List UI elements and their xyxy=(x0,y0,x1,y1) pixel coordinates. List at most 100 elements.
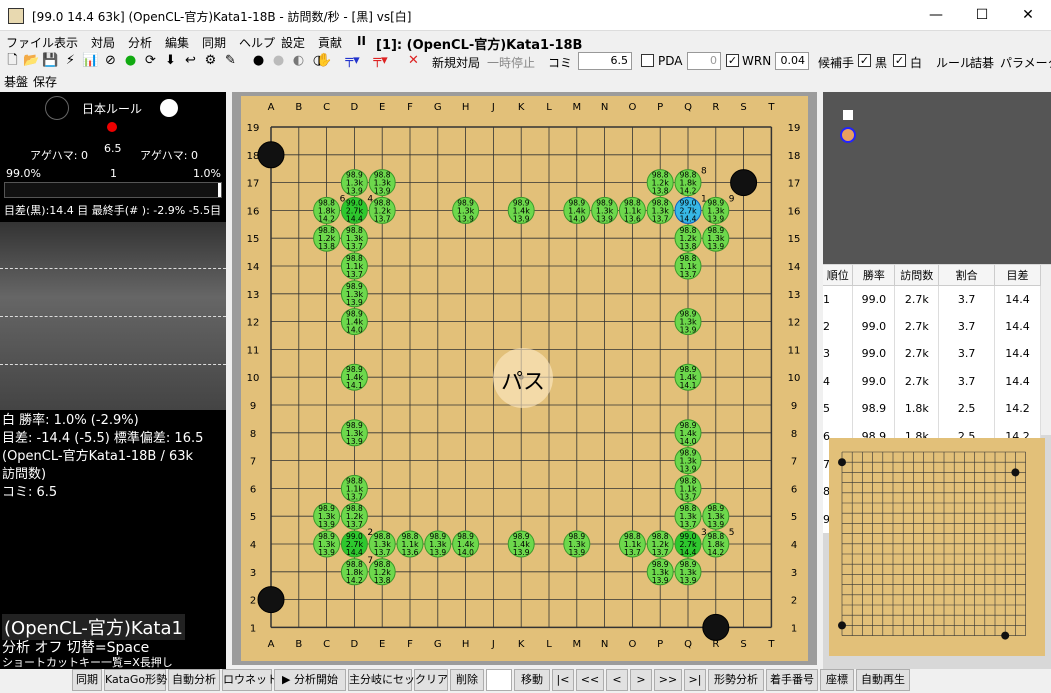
pencil-icon[interactable]: ✎ xyxy=(222,52,239,69)
tree-root-node[interactable] xyxy=(843,110,853,120)
toolbar-button-10[interactable]: |< xyxy=(552,669,574,691)
table-row[interactable]: 1 99.0 2.7k 3.7 14.4 xyxy=(823,285,1041,313)
candidate-move[interactable]: 98.81.1k13.7 xyxy=(674,474,702,502)
candidate-move[interactable]: 98.81.2k13.7 xyxy=(646,530,674,558)
menu-analysis[interactable]: 分析 xyxy=(128,34,152,51)
black-checkbox[interactable]: ✓ xyxy=(858,54,871,67)
ban-icon[interactable]: ⊘ xyxy=(102,52,119,69)
column-header[interactable]: 順位 xyxy=(823,265,854,286)
toolbar-button-18[interactable]: 座標 xyxy=(820,669,854,691)
candidate-move[interactable]: 98.91.4k14.1 xyxy=(674,363,702,391)
candidate-move[interactable]: 98.91.3k13.9 xyxy=(313,502,341,530)
komi-input[interactable]: 6.5 xyxy=(578,52,632,70)
candidate-move[interactable]: 98.91.3k13.9 xyxy=(340,419,368,447)
candidate-move[interactable]: 98.81.8k14.2 xyxy=(674,169,702,197)
new-game-button[interactable]: 新規対局 xyxy=(432,54,480,71)
down-arrow-icon[interactable]: ⬇ xyxy=(162,52,179,69)
delete-icon[interactable]: ✕ xyxy=(405,52,422,69)
toolbar-button-4[interactable]: ▶ 分析開始 xyxy=(274,669,346,691)
back-arrow-icon[interactable]: ↩ xyxy=(182,52,199,69)
pass-label[interactable]: パス xyxy=(493,364,553,396)
candidate-move[interactable]: 98.91.3k13.9 xyxy=(591,196,619,224)
pause-indicator[interactable]: II xyxy=(357,34,366,48)
green-dot-icon[interactable]: ● xyxy=(122,52,139,69)
candidate-move[interactable]: 98.81.1k13.7 xyxy=(618,530,646,558)
candidate-move[interactable]: 98.81.1k13.7 xyxy=(340,474,368,502)
table-row[interactable]: 2 99.0 2.7k 3.7 14.4 xyxy=(823,312,1041,341)
toolbar-button-14[interactable]: >> xyxy=(654,669,682,691)
new-file-icon[interactable]: 🗋 xyxy=(4,52,21,69)
candidate-move[interactable]: 98.81.2k13.8 xyxy=(646,169,674,197)
candidate-move[interactable]: 98.91.3k13.9 xyxy=(340,169,368,197)
params-button[interactable]: パラメータ xyxy=(1000,54,1051,71)
candidate-move[interactable]: 98.81.3k13.7 xyxy=(340,224,368,252)
toolbar-button-15[interactable]: >| xyxy=(684,669,706,691)
pda-input[interactable]: 0 xyxy=(687,52,721,70)
open-folder-icon[interactable]: 📂 xyxy=(23,52,40,69)
variation-tree[interactable] xyxy=(823,92,1051,264)
candidate-move[interactable]: 98.91.3k13.9 xyxy=(563,530,591,558)
toolbar-button-11[interactable]: << xyxy=(576,669,604,691)
toolbar-button-17[interactable]: 着手番号 xyxy=(766,669,818,691)
candidate-move[interactable]: 98.91.3k13.9 xyxy=(674,308,702,336)
toolbar-button-5[interactable]: 主分岐にセット xyxy=(348,669,426,691)
save-icon[interactable]: 💾 xyxy=(42,52,59,69)
menu-edit[interactable]: 編集 xyxy=(165,34,189,51)
candidate-move[interactable]: 98.81.2k13.8 xyxy=(313,224,341,252)
toolbar-button-2[interactable]: 自動分析 xyxy=(168,669,220,691)
candidate-move[interactable]: 98.81.2k13.8 xyxy=(674,224,702,252)
candidate-move[interactable]: 98.81.1k13.6 xyxy=(396,530,424,558)
maximize-button[interactable]: ☐ xyxy=(959,0,1005,31)
candidate-move[interactable]: 98.91.4k14.0 xyxy=(563,196,591,224)
flash-icon[interactable]: ⚡ xyxy=(62,52,79,69)
table-scrollbar[interactable] xyxy=(1041,265,1051,435)
candidate-move[interactable]: 98.81.1k13.6 xyxy=(618,196,646,224)
tree-current-node[interactable] xyxy=(840,127,856,143)
board-button[interactable]: 碁盤 xyxy=(4,73,28,90)
menu-view[interactable]: 表示 xyxy=(54,34,78,51)
black-stone-icon[interactable]: ● xyxy=(250,52,267,69)
close-button[interactable]: ✕ xyxy=(1005,0,1051,31)
menu-contribute[interactable]: 貢献 xyxy=(318,34,342,51)
candidate-move[interactable]: 98.81.3k13.9 xyxy=(368,169,396,197)
white-checkbox[interactable]: ✓ xyxy=(893,54,906,67)
tsumego-button[interactable]: 詰碁 xyxy=(970,54,994,71)
red-mark-icon[interactable]: ╤▾ xyxy=(372,52,389,69)
wrn-input[interactable]: 0.04 xyxy=(775,52,809,70)
candidate-move[interactable]: 98.91.3k13.9 xyxy=(674,447,702,475)
rules-button[interactable]: ルール xyxy=(936,54,972,71)
minimize-button[interactable]: — xyxy=(913,0,959,31)
candidate-move[interactable]: 98.81.3k13.7 xyxy=(646,196,674,224)
candidate-move[interactable]: 98.81.1k13.7 xyxy=(340,252,368,280)
candidate-move[interactable]: 99.02.7k14.4 xyxy=(674,530,702,558)
menu-file[interactable]: ファイル xyxy=(6,34,54,51)
candidate-move[interactable]: 98.91.3k13.9 xyxy=(702,502,730,530)
table-row[interactable]: 4 99.0 2.7k 3.7 14.4 xyxy=(823,367,1041,396)
menu-help[interactable]: ヘルプ xyxy=(239,34,275,51)
pda-checkbox[interactable] xyxy=(641,54,654,67)
candidate-move[interactable]: 98.91.3k13.9 xyxy=(313,530,341,558)
candidate-move[interactable]: 98.91.4k14.0 xyxy=(452,530,480,558)
chart-icon[interactable]: 📊 xyxy=(82,52,99,69)
mini-board[interactable] xyxy=(829,438,1045,656)
wrn-checkbox[interactable]: ✓ xyxy=(726,54,739,67)
candidate-move[interactable]: 98.81.3k13.7 xyxy=(674,502,702,530)
column-header[interactable]: 目差 xyxy=(994,265,1041,286)
toolbar-button-19[interactable]: 自動再生 xyxy=(856,669,910,691)
toolbar-button-9[interactable]: 移動 xyxy=(514,669,550,691)
candidate-move[interactable]: 98.91.3k13.9 xyxy=(674,558,702,586)
candidate-move[interactable]: 98.81.1k13.7 xyxy=(674,252,702,280)
candidate-move[interactable]: 98.81.8k14.2 xyxy=(313,196,341,224)
column-header[interactable]: 訪問数 xyxy=(894,265,940,286)
white-stone-icon[interactable]: ● xyxy=(270,52,287,69)
toolbar-button-6[interactable]: クリア xyxy=(414,669,448,691)
candidate-move[interactable]: 98.91.4k13.9 xyxy=(507,196,535,224)
toolbar-button-1[interactable]: KataGo形勢 xyxy=(104,669,167,691)
candidate-move[interactable]: 98.91.3k13.9 xyxy=(646,558,674,586)
candidate-move[interactable]: 98.91.4k14.0 xyxy=(340,308,368,336)
go-board[interactable]: A A B B C C D D E E F F G G H H J J K K L L M M N N O O P P Q Q R R S S T T 19… xyxy=(241,96,808,661)
menu-game[interactable]: 対局 xyxy=(91,34,115,51)
table-row[interactable]: 5 98.9 1.8k 2.5 14.2 xyxy=(823,395,1041,423)
toolbar-button-12[interactable]: < xyxy=(606,669,628,691)
candidate-move[interactable]: 98.81.2k13.7 xyxy=(340,502,368,530)
